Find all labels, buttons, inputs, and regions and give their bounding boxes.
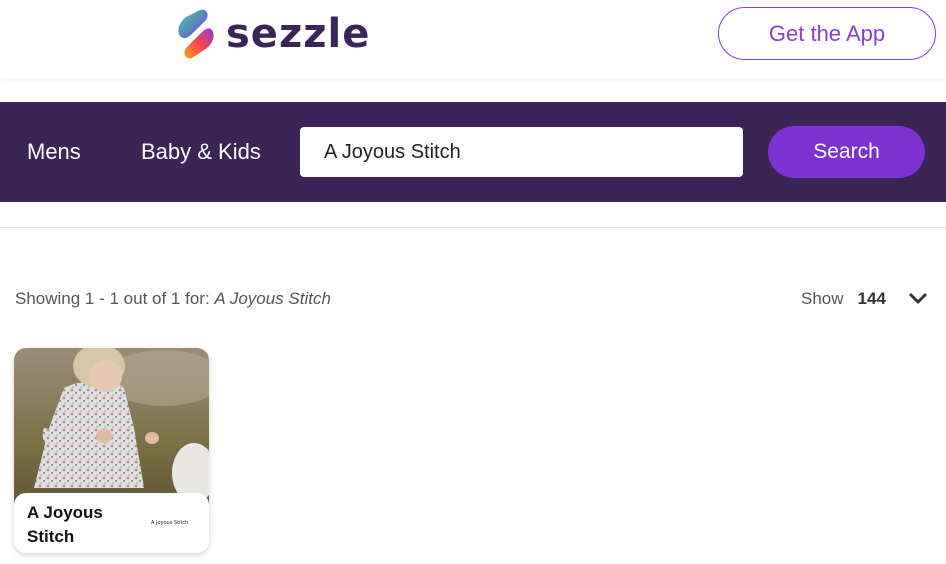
nav-item-mens[interactable]: Mens — [27, 139, 81, 165]
section-divider — [0, 227, 946, 228]
store-card[interactable]: A Joyous Stitch A Joyous Stitch — [14, 348, 209, 553]
logo-wordmark: sezzle — [226, 11, 371, 57]
results-summary: Showing 1 - 1 out of 1 for: A Joyous Sti… — [15, 289, 331, 309]
store-card-footer: A Joyous Stitch A Joyous Stitch — [14, 493, 209, 553]
category-search-bar: Mens Baby & Kids A Joyous Stitch Search — [0, 102, 946, 202]
results-query: A Joyous Stitch — [214, 289, 331, 308]
store-card-name: A Joyous Stitch — [27, 503, 103, 546]
show-label: Show — [801, 289, 844, 308]
chevron-down-icon[interactable] — [908, 292, 928, 306]
show-count: 144 — [857, 289, 886, 308]
sezzle-logo-icon — [178, 9, 214, 59]
search-input[interactable]: A Joyous Stitch — [300, 127, 743, 177]
get-the-app-button[interactable]: Get the App — [718, 7, 936, 60]
top-header: sezzle Get the App — [0, 0, 946, 78]
search-button[interactable]: Search — [768, 126, 925, 178]
page-size-selector[interactable]: Show 144 — [801, 289, 928, 309]
store-card-logo: A Joyous Stitch — [151, 520, 189, 526]
store-card-image — [14, 348, 209, 508]
sezzle-logo[interactable]: sezzle — [174, 8, 370, 60]
results-summary-text: Showing 1 - 1 out of 1 for: — [15, 289, 215, 308]
nav-item-baby-kids[interactable]: Baby & Kids — [141, 139, 261, 165]
